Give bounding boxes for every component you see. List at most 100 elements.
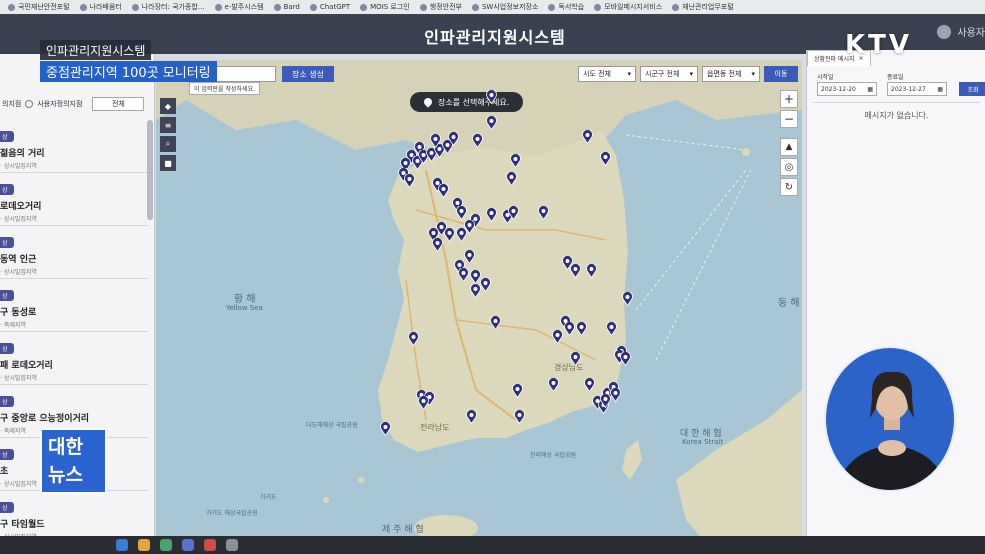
location-pin-icon[interactable] <box>548 378 559 392</box>
location-pin-icon[interactable] <box>486 116 497 130</box>
location-pin-icon[interactable] <box>570 352 581 366</box>
location-pin-icon[interactable] <box>466 410 477 424</box>
map-view[interactable]: 장소 생성 이 입력란을 작성하세요. ◆ ≡ ⌕ ■ 장소를 선택해주세요. … <box>156 60 802 554</box>
location-pin-icon[interactable] <box>570 264 581 278</box>
location-pin-icon[interactable] <box>472 134 483 148</box>
location-pin-icon[interactable] <box>508 206 519 220</box>
list-item[interactable]: 상패 로데오거리 · 상시밀집지역 <box>0 332 148 385</box>
sigungu-select[interactable]: 시군구 전체 ▾ <box>640 66 698 82</box>
location-pin-icon[interactable] <box>584 378 595 392</box>
location-pin-icon[interactable] <box>432 238 443 252</box>
user-area[interactable]: 사용자 <box>937 24 985 39</box>
chevron-up-icon[interactable]: ▲ <box>780 138 798 156</box>
list-item[interactable]: 상 젊음의 거리 · 상시밀집지역 <box>0 120 148 173</box>
crosshair-icon[interactable]: ◎ <box>780 158 798 176</box>
layers-stack-icon[interactable]: ≡ <box>160 117 176 133</box>
location-controls: ▲ ◎ ↻ <box>780 138 798 196</box>
location-pin-icon[interactable] <box>490 316 501 330</box>
location-pin-icon[interactable] <box>606 322 617 336</box>
sido-select-label: 시도 전체 <box>583 70 611 78</box>
location-pin-icon[interactable] <box>486 208 497 222</box>
location-pin-icon[interactable] <box>514 410 525 424</box>
custom-point-radio[interactable] <box>25 100 34 108</box>
bookmark-item[interactable]: ChatGPT <box>309 3 350 11</box>
location-pin-icon[interactable] <box>404 174 415 188</box>
location-pin-icon[interactable] <box>380 422 391 436</box>
location-pin-icon[interactable] <box>456 228 467 242</box>
app-icon[interactable] <box>160 539 172 551</box>
location-pin-icon[interactable] <box>600 152 611 166</box>
location-pin-icon[interactable] <box>582 130 593 144</box>
location-pin-icon[interactable] <box>456 206 467 220</box>
user-name: 사용자 <box>957 28 985 39</box>
interpreter-figure <box>836 371 948 490</box>
location-pin-icon[interactable] <box>586 264 597 278</box>
location-pin-icon[interactable] <box>510 154 521 168</box>
location-pin-icon[interactable] <box>538 206 549 220</box>
location-pin-icon[interactable] <box>564 322 575 336</box>
region-filters: 시도 전체 ▾ 시군구 전체 ▾ 읍면동 전체 ▾ 이동 <box>578 66 798 82</box>
location-pin-icon[interactable] <box>480 278 491 292</box>
location-pin-icon[interactable] <box>506 172 517 186</box>
screen: 국민재난안전포털 나라배움터 나라장터: 국가종합... e-발주시스템 Bard Cha… <box>0 0 985 554</box>
magnifier-icon[interactable]: ⌕ <box>160 136 176 152</box>
location-pin-icon[interactable] <box>486 90 497 104</box>
location-pin-icon[interactable] <box>552 330 563 344</box>
move-button[interactable]: 이동 <box>764 66 798 82</box>
location-pin-icon[interactable] <box>418 396 429 410</box>
bookmark-favicon-icon <box>360 3 368 11</box>
bookmark-item[interactable]: 나라배움터 <box>79 2 122 12</box>
camera-icon[interactable]: ■ <box>160 155 176 171</box>
zoom-out-button[interactable]: − <box>780 110 798 128</box>
location-pin-icon[interactable] <box>620 352 631 366</box>
location-pin-icon[interactable] <box>622 292 633 306</box>
bookmark-item[interactable]: 독서학습 <box>548 2 584 12</box>
app-icon[interactable] <box>226 539 238 551</box>
location-pin-icon[interactable] <box>458 268 469 282</box>
layers-icon[interactable]: ◆ <box>160 98 176 114</box>
start-date-input[interactable]: 2023-12-20 ▦ <box>817 82 877 96</box>
bookmark-item[interactable]: SW사업정보저장소 <box>471 2 538 12</box>
list-scrollbar[interactable] <box>147 120 153 220</box>
list-item-badge: 상 <box>0 184 14 195</box>
end-date-input[interactable]: 2023-12-27 ▦ <box>887 82 947 96</box>
list-item[interactable]: 상 로데오거리 · 상시밀집지역 <box>0 173 148 226</box>
eupmyeon-select[interactable]: 읍면동 전체 ▾ <box>702 66 760 82</box>
location-pin-icon[interactable] <box>470 284 481 298</box>
location-pin-icon[interactable] <box>610 388 621 402</box>
calendar-icon: ▦ <box>937 85 943 93</box>
map-label-ganyeodo: 가거도 해상국립공원 <box>206 510 258 517</box>
bookmark-item[interactable]: MOIS 로그인 <box>360 2 410 12</box>
folder-icon[interactable] <box>138 539 150 551</box>
zoom-in-button[interactable]: + <box>780 90 798 108</box>
location-pin-icon[interactable] <box>408 332 419 346</box>
browser-icon[interactable] <box>116 539 128 551</box>
land-tsushima <box>622 440 642 480</box>
bookmark-item[interactable]: 나라장터: 국가종합... <box>131 2 205 12</box>
location-pin-icon[interactable] <box>576 322 587 336</box>
app-icon[interactable] <box>204 539 216 551</box>
bookmark-item[interactable]: 국민재난안전포털 <box>8 2 70 12</box>
search-messages-button[interactable]: 조회 <box>959 82 985 96</box>
list-item[interactable]: 상구 동성로 · 축제지역 <box>0 279 148 332</box>
location-pin-icon[interactable] <box>430 134 441 148</box>
bookmark-item[interactable]: Bard <box>273 3 300 11</box>
list-item-badge: 상 <box>0 502 14 513</box>
refresh-icon[interactable]: ↻ <box>780 178 798 196</box>
location-pin-icon[interactable] <box>438 184 449 198</box>
bookmark-item[interactable]: 모바일메시지서비스 <box>594 2 662 12</box>
sido-select[interactable]: 시도 전체 ▾ <box>578 66 636 82</box>
bookmark-favicon-icon <box>419 3 427 11</box>
location-pin-icon[interactable] <box>512 384 523 398</box>
app-icon[interactable] <box>182 539 194 551</box>
filter-select[interactable]: 전체 <box>92 97 145 111</box>
end-date-label: 종료일 <box>887 74 904 81</box>
bookmark-item[interactable]: 재난관리업무포털 <box>672 2 734 12</box>
location-pin-icon[interactable] <box>448 132 459 146</box>
create-place-button[interactable]: 장소 생성 <box>282 66 334 82</box>
list-item[interactable]: 상 동역 인근 · 상시밀집지역 <box>0 226 148 279</box>
bookmark-item[interactable]: e-발주시스템 <box>214 2 264 12</box>
list-item-badge: 상 <box>0 396 14 407</box>
location-pin-icon[interactable] <box>464 250 475 264</box>
bookmark-item[interactable]: 행정안전부 <box>419 2 462 12</box>
